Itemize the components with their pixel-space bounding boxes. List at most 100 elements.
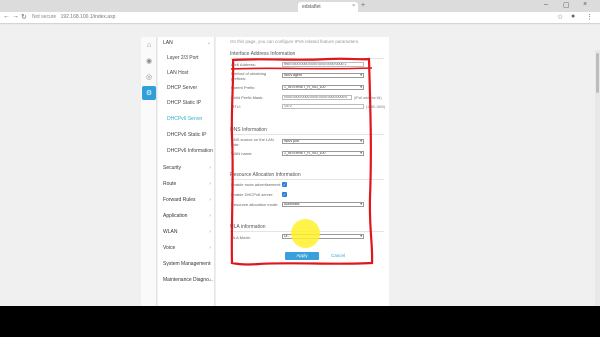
chevron-right-icon: ›	[209, 261, 211, 267]
cursor-highlight	[291, 219, 320, 248]
sidebar-item-dhcpv6-static-ip[interactable]: DHCPv6 Static IP	[167, 132, 206, 138]
sidebar-group-security[interactable]: Security	[163, 165, 181, 171]
advanced-icon[interactable]: ◎	[143, 71, 155, 83]
scrollbar-thumb[interactable]	[596, 53, 599, 93]
home-icon[interactable]: ⌂	[143, 39, 155, 51]
sidebar-group-wlan[interactable]: WLAN	[163, 229, 177, 235]
page-content: ⌂ ◉ ◎ ⚙ LAN ⌄ Layer 2/3 Port LAN Host DH…	[0, 25, 600, 306]
dns-source-value: WAN port	[284, 139, 300, 143]
profile-icon[interactable]: ●	[571, 13, 575, 20]
parent-prefix-label: Parent Prefix:	[231, 85, 256, 90]
mtu-label: MTU:	[231, 104, 241, 109]
address-bar-row: ← → ↻ Not secure 192.168.100.1/index.asp…	[0, 12, 600, 24]
browser-tab[interactable]: edslaflet ×	[298, 2, 358, 12]
chevron-right-icon: ›	[209, 181, 211, 187]
page-hint: On this page, you can configure IPv6 rel…	[230, 39, 360, 44]
resource-mode-label: Resource allocation mode:	[231, 202, 279, 207]
apply-button[interactable]: Apply	[285, 252, 319, 260]
menu-icon[interactable]: ⋮	[586, 13, 593, 21]
dhcpv6-server-checkbox[interactable]: ✓	[282, 192, 287, 197]
reload-icon[interactable]: ↻	[21, 13, 27, 21]
sidebar: LAN ⌄ Layer 2/3 Port LAN Host DHCP Serve…	[158, 37, 215, 306]
tab-close-icon[interactable]: ×	[352, 3, 355, 9]
route-advertisement-checkbox[interactable]: ✓	[282, 182, 287, 187]
star-icon[interactable]: ☆	[557, 13, 563, 21]
prefix-method-label: Method of obtaining prefixes:	[231, 71, 267, 81]
mtu-note: (1280-1500)	[366, 105, 386, 109]
child-prefix-label: Child Prefix Mask:	[231, 95, 264, 100]
sidebar-item-dhcp-static-ip[interactable]: DHCP Static IP	[167, 100, 201, 106]
parent-prefix-value: 1_INTERNET_R_VID_100	[284, 85, 326, 89]
ula-mode-label: ULA Mode:	[231, 235, 251, 240]
child-prefix-note: (IPv6 address 64)	[354, 96, 382, 100]
chevron-right-icon: ›	[209, 277, 211, 283]
resource-mode-select[interactable]: Automatic ▾	[282, 202, 364, 207]
wan-name-value: 1_INTERNET_R_VID_100	[284, 151, 326, 155]
chevron-right-icon: ›	[209, 245, 211, 251]
mtu-input[interactable]: 1472	[282, 104, 364, 109]
category-icon-column: ⌂ ◉ ◎ ⚙	[141, 37, 157, 306]
cancel-button[interactable]: Cancel	[331, 253, 345, 258]
sidebar-group-label: LAN	[163, 40, 173, 46]
url-field[interactable]: Not secure 192.168.100.1/index.asp	[32, 14, 552, 22]
wan-name-select[interactable]: 1_INTERNET_R_VID_100 ▾	[282, 151, 364, 156]
new-tab-icon[interactable]: +	[361, 2, 365, 9]
ula-mode-value: Di...	[284, 234, 291, 238]
section-resource-allocation: Resource Allocation Information	[230, 172, 301, 178]
chevron-down-icon: ▾	[360, 151, 362, 155]
section-divider	[230, 179, 384, 180]
resource-mode-value: Automatic	[284, 202, 300, 206]
sidebar-group-voice[interactable]: Voice	[163, 245, 175, 251]
sidebar-group-maintenance[interactable]: Maintenance Diagno...	[163, 277, 213, 283]
chevron-down-icon: ▾	[360, 234, 362, 238]
ipv6-address-label: IPv6 Address:	[231, 62, 256, 67]
ipv6-address-input[interactable]: fe80:0000:0000:0000:0000:0000:0000:1	[282, 62, 364, 67]
sidebar-group-route[interactable]: Route	[163, 181, 176, 187]
sidebar-group-application[interactable]: Application	[163, 213, 187, 219]
sidebar-group-system-management[interactable]: System Management	[163, 261, 210, 267]
sidebar-item-dhcp-server[interactable]: DHCP Server	[167, 85, 197, 91]
tab-bar: edslaflet × + – ▢ ×	[0, 0, 600, 12]
dns-source-label: DNS source on the LAN side:	[231, 137, 274, 147]
sidebar-item-layer-port[interactable]: Layer 2/3 Port	[167, 55, 198, 61]
section-divider	[230, 134, 384, 135]
close-window-icon[interactable]: ×	[583, 1, 587, 8]
not-secure-label: Not secure	[32, 14, 57, 20]
prefix-method-select[interactable]: WAN agent ▾	[282, 73, 364, 78]
child-prefix-input[interactable]: 0000:0000:0000:0000:0000:0000:0000:0	[282, 95, 352, 100]
sidebar-group-lan[interactable]: LAN	[163, 40, 173, 46]
section-interface-address: Interface Address Information	[230, 51, 296, 57]
settings-gear-icon[interactable]: ⚙	[142, 86, 156, 100]
section-ula: ULA information	[230, 224, 266, 230]
config-form: On this page, you can configure IPv6 rel…	[216, 37, 389, 306]
screen: edslaflet × + – ▢ × ← → ↻ Not secure 192…	[0, 0, 600, 337]
wan-name-label: WAN name:	[231, 151, 253, 156]
chevron-right-icon: ›	[209, 197, 211, 203]
forward-icon[interactable]: →	[12, 13, 19, 20]
parent-prefix-select[interactable]: 1_INTERNET_R_VID_100 ▾	[282, 85, 364, 90]
prefix-method-value: WAN agent	[284, 73, 302, 77]
chevron-down-icon: ▾	[360, 202, 362, 206]
section-divider	[230, 58, 384, 59]
maximize-icon[interactable]: ▢	[563, 1, 570, 9]
url-text: 192.168.100.1/index.asp	[60, 14, 116, 20]
chevron-right-icon: ›	[209, 165, 211, 171]
chevron-right-icon: ›	[209, 213, 211, 219]
minimize-icon[interactable]: –	[544, 1, 548, 8]
route-advertisement-label: Enable route advertisement:	[231, 182, 282, 187]
back-icon[interactable]: ←	[3, 13, 10, 20]
chevron-down-icon: ▾	[360, 139, 362, 143]
dns-source-select[interactable]: WAN port ▾	[282, 139, 364, 144]
chevron-down-icon: ▾	[360, 85, 362, 89]
section-dns: DNS Information	[230, 127, 267, 133]
chevron-down-icon: ⌄	[206, 40, 211, 46]
sidebar-item-lan-host[interactable]: LAN Host	[167, 70, 188, 76]
sidebar-item-dhcpv6-information[interactable]: DHCPv6 Information	[167, 148, 213, 154]
browser-window: edslaflet × + – ▢ × ← → ↻ Not secure 192…	[0, 0, 600, 306]
dhcpv6-server-label: Enable DHCPv6 server:	[231, 192, 274, 197]
tab-title: edslaflet	[302, 4, 321, 10]
chevron-right-icon: ›	[209, 229, 211, 235]
sidebar-group-forward-rules[interactable]: Forward Rules	[163, 197, 196, 203]
status-icon[interactable]: ◉	[143, 55, 155, 67]
sidebar-item-dhcpv6-server[interactable]: DHCPv6 Server	[167, 116, 203, 122]
